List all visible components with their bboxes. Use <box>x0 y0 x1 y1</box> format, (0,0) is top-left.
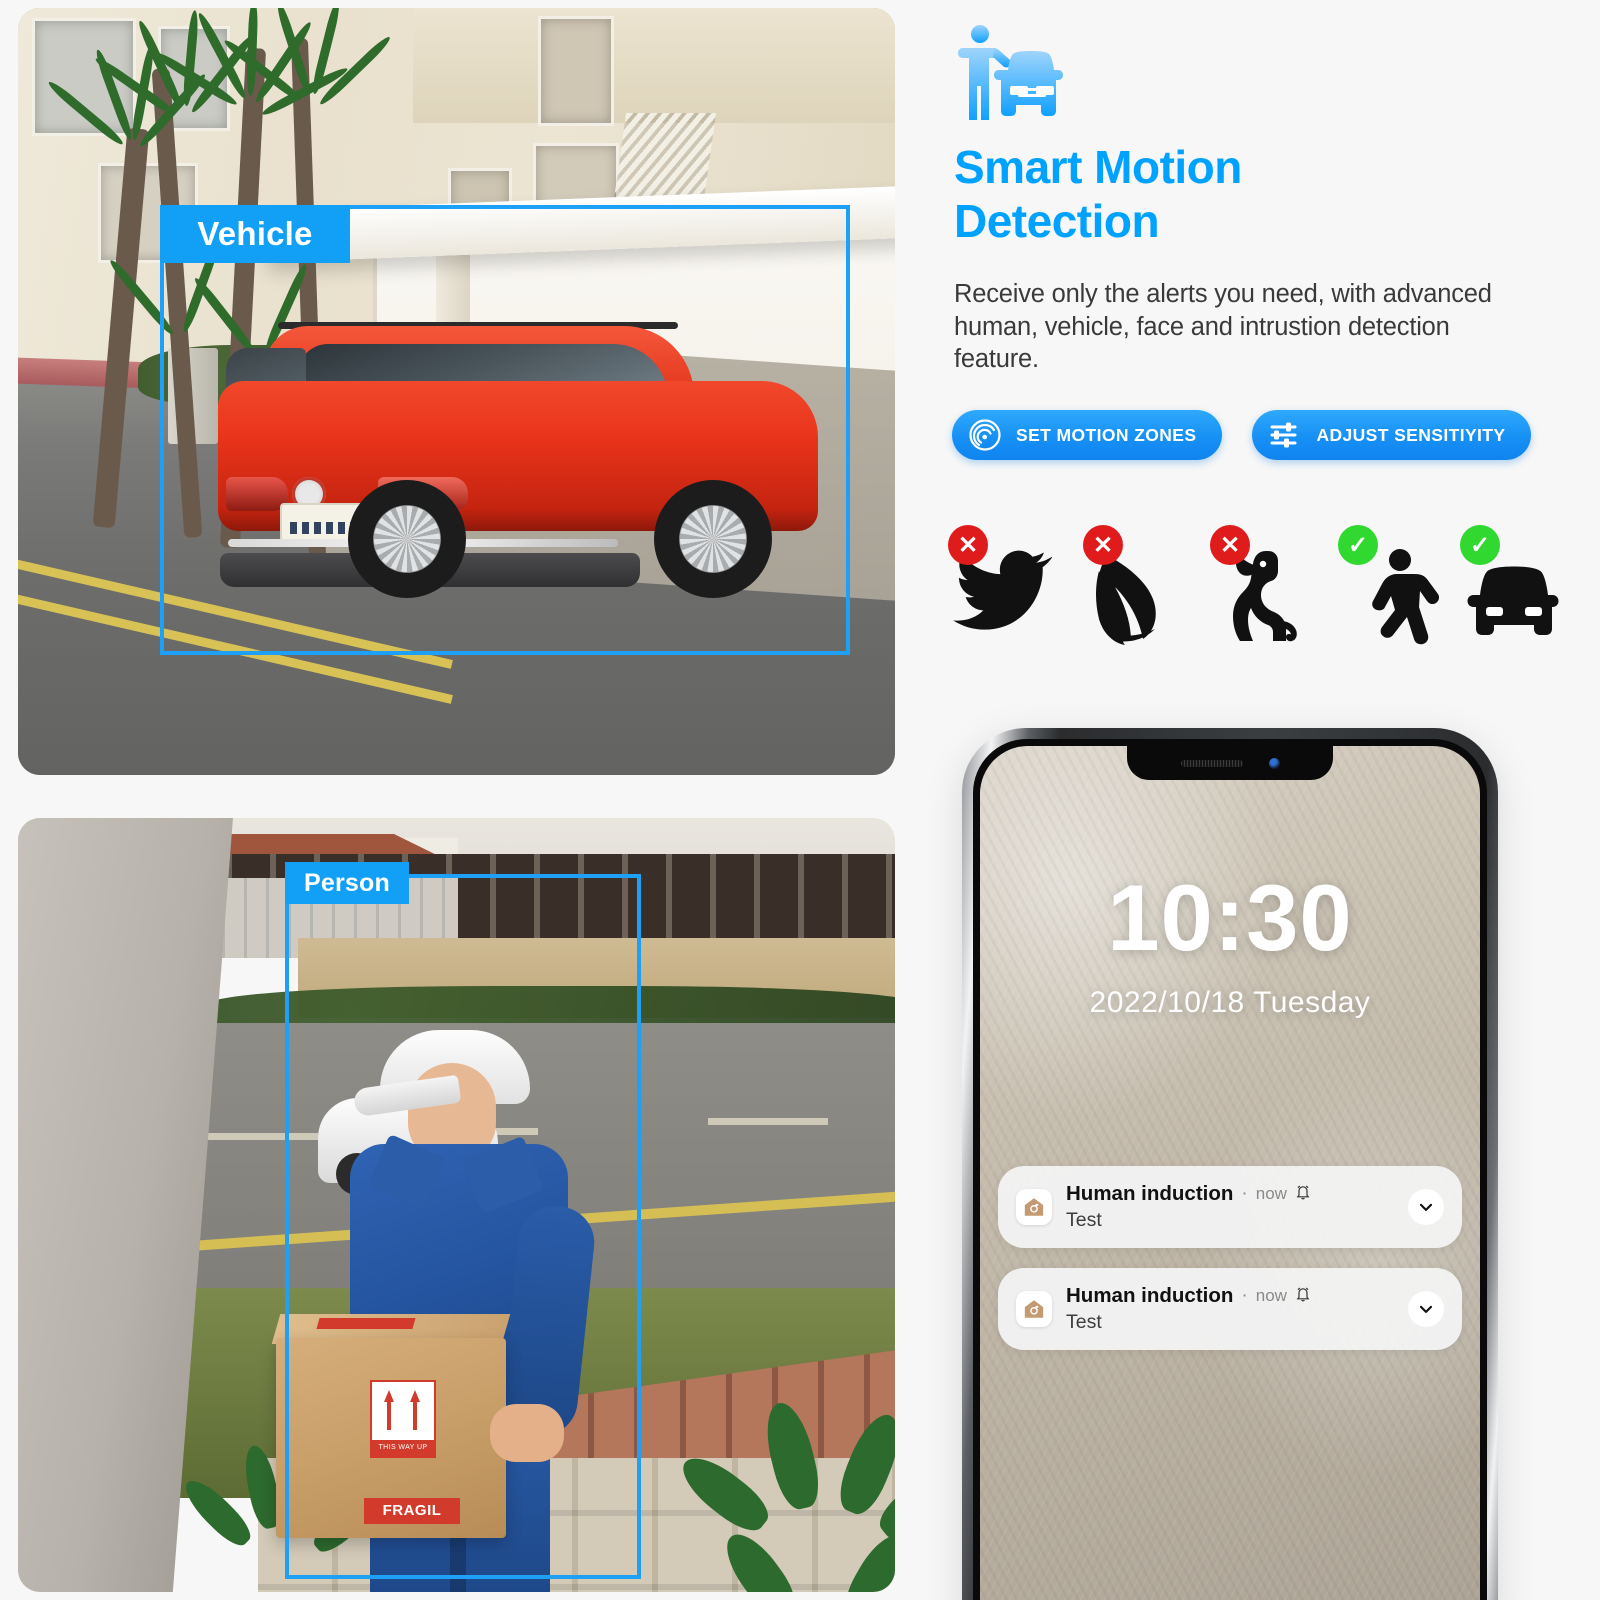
notification-timestamp: now <box>1255 1286 1287 1305</box>
foliage <box>672 1378 895 1592</box>
notification-header: Human induction · now <box>1066 1182 1394 1206</box>
filter-item-bird: ✕ <box>948 525 1062 645</box>
notification-body: Test <box>1066 1209 1102 1231</box>
filter-item-car: ✓ <box>1460 525 1574 645</box>
notification-stack: Human induction · now Test Human inducti… <box>998 1166 1462 1370</box>
filter-item-person: ✓ <box>1338 525 1452 645</box>
action-button-row: SET MOTION ZONES ADJUST SENSITIYITY <box>952 410 1532 460</box>
filter-item-dog: ✕ <box>1210 525 1324 645</box>
notification-body: Test <box>1066 1311 1102 1333</box>
page-title: Smart Motion Detection <box>954 140 1514 249</box>
set-motion-zones-label: SET MOTION ZONES <box>1016 424 1197 445</box>
notification-content: Human induction · now Test <box>1066 1284 1394 1334</box>
detection-label-person: Person <box>285 862 409 904</box>
set-motion-zones-button[interactable]: SET MOTION ZONES <box>952 410 1223 460</box>
filter-item-leaf: ✕ <box>1083 525 1197 645</box>
earpiece-speaker-icon <box>1180 759 1243 767</box>
phone-notch <box>1127 746 1333 780</box>
adjust-sensitivity-label: ADJUST SENSITIYITY <box>1316 424 1506 445</box>
notification-card[interactable]: Human induction · now Test <box>998 1268 1462 1350</box>
motion-zone-radar-icon <box>968 418 1002 452</box>
chevron-down-icon[interactable] <box>1408 1189 1444 1225</box>
notification-header: Human induction · now <box>1066 1284 1394 1308</box>
lock-screen-time: 10:30 <box>1107 865 1353 970</box>
detection-label-vehicle: Vehicle <box>160 205 350 263</box>
detection-box-vehicle <box>160 205 850 655</box>
tree-trunk <box>92 127 150 529</box>
notification-title: Human induction <box>1066 1284 1234 1307</box>
phone-screen: 10:30 2022/10/18 Tuesday Human induction… <box>980 746 1480 1600</box>
home-camera-icon <box>1016 1291 1052 1327</box>
notification-separator: · <box>1241 1183 1248 1204</box>
check-badge: ✓ <box>1338 525 1378 565</box>
home-camera-icon <box>1016 1189 1052 1225</box>
feature-description: Receive only the alerts you need, with a… <box>954 280 1492 374</box>
cross-badge: ✕ <box>1083 525 1123 565</box>
lock-screen-date: 2022/10/18 Tuesday <box>1089 986 1371 1019</box>
road-marking <box>708 1118 828 1125</box>
notification-timestamp: now <box>1255 1184 1287 1203</box>
cross-badge: ✕ <box>948 525 988 565</box>
detection-box-person <box>285 874 641 1579</box>
notification-card[interactable]: Human induction · now Test <box>998 1166 1462 1248</box>
detection-filter-row: ✕ ✕ ✕ ✓ ✓ <box>948 525 1559 655</box>
promo-page: Vehicle THIS WAY UP FRAGIL Person Smart … <box>0 0 1600 1600</box>
notification-separator: · <box>1241 1285 1248 1306</box>
notification-title: Human induction <box>1066 1182 1234 1205</box>
page-title-line-1: Smart Motion <box>954 141 1242 193</box>
person-and-car-icon <box>956 24 1084 128</box>
adjust-sensitivity-button[interactable]: ADJUST SENSITIYITY <box>1252 410 1532 460</box>
chevron-down-icon[interactable] <box>1408 1291 1444 1327</box>
notification-content: Human induction · now Test <box>1066 1182 1394 1232</box>
sliders-icon <box>1268 418 1302 452</box>
bell-muted-icon <box>1295 1183 1311 1206</box>
phone-bezel: 10:30 2022/10/18 Tuesday Human induction… <box>973 739 1487 1600</box>
check-badge: ✓ <box>1460 525 1500 565</box>
bell-muted-icon <box>1295 1285 1311 1308</box>
cross-badge: ✕ <box>1210 525 1250 565</box>
front-camera-icon <box>1268 757 1280 769</box>
page-title-line-2: Detection <box>954 195 1160 248</box>
phone-mockup: 10:30 2022/10/18 Tuesday Human induction… <box>962 728 1498 1600</box>
